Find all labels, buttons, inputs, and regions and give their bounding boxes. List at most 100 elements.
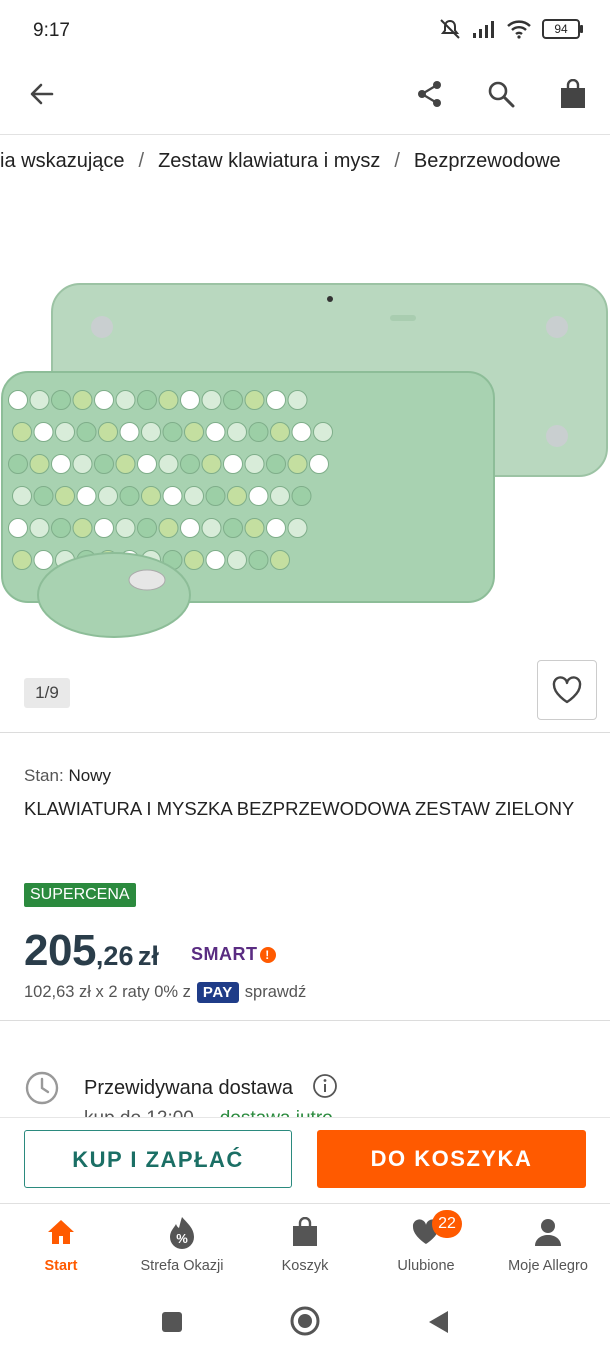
nav-item-koszyk[interactable]: Koszyk — [245, 1214, 365, 1274]
keyboard-key — [270, 550, 290, 570]
share-button[interactable] — [408, 72, 452, 116]
keyboard-key — [115, 454, 136, 474]
installments-link[interactable]: sprawdź — [245, 983, 306, 1002]
mute-icon — [440, 19, 460, 39]
home-icon — [48, 1220, 74, 1244]
keyboard-key — [205, 550, 226, 570]
breadcrumb-separator: / — [138, 150, 145, 172]
keyboard-key — [141, 422, 161, 442]
keyboard-key — [248, 486, 269, 506]
keyboard-key — [180, 518, 200, 538]
keyboard-key — [12, 486, 32, 506]
keyboard-key — [137, 454, 157, 474]
add-to-cart-button[interactable]: DO KOSZYKA — [317, 1130, 586, 1188]
keyboard-key — [162, 486, 183, 506]
installments: 102,63 zł x 2 raty 0% z PAY sprawdź — [24, 982, 306, 1003]
clock-icon — [25, 1071, 59, 1105]
keyboard-key — [33, 486, 54, 506]
pay-logo: PAY — [196, 982, 239, 1003]
keyboard-key — [313, 422, 333, 442]
breadcrumb-item[interactable]: Zestaw klawiatura i mysz — [158, 150, 380, 173]
keyboard-key — [244, 518, 265, 538]
buy-now-button[interactable]: KUP I ZAPŁAĆ — [24, 1130, 292, 1188]
nav-item-strefa-okazji[interactable]: % Strefa Okazji — [122, 1214, 242, 1274]
delivery-section[interactable]: Przewidywana dostawa kup do 12:00– dosta… — [0, 1062, 610, 1118]
home-circle-icon[interactable] — [289, 1305, 321, 1337]
status-icons: 94 — [438, 18, 583, 40]
keyboard-key — [248, 422, 269, 442]
keyboard-key — [266, 390, 286, 410]
nav-label: Start — [44, 1258, 78, 1274]
keyboard-key — [72, 390, 93, 410]
breadcrumb-item[interactable]: ia wskazujące — [0, 150, 125, 173]
back-button[interactable] — [20, 72, 64, 116]
nav-item-ulubione[interactable]: 22 Ulubione — [366, 1210, 486, 1274]
keyboard-key — [205, 422, 226, 442]
status-time: 9:17 — [33, 20, 70, 41]
keyboard-key — [33, 422, 54, 442]
user-icon — [535, 1219, 561, 1246]
keyboard-key — [51, 518, 71, 538]
recents-icon[interactable] — [160, 1310, 184, 1334]
back-arrow-icon — [30, 83, 54, 105]
supercena-badge: SUPERCENA — [24, 883, 136, 907]
keyboard-key — [270, 422, 290, 442]
keyboard-key — [287, 454, 308, 474]
nav-label: Strefa Okazji — [140, 1258, 224, 1274]
keyboard-key — [12, 422, 32, 442]
svg-text:%: % — [176, 1231, 188, 1246]
keyboard-key — [94, 518, 114, 538]
cart-button[interactable] — [551, 72, 595, 116]
keyboard-key — [158, 454, 179, 474]
keyboard-key — [55, 486, 75, 506]
heart-outline-icon — [552, 676, 582, 704]
photo-counter: 1/9 — [24, 678, 70, 708]
keyboard-key — [98, 486, 118, 506]
keyboard-key — [72, 518, 93, 538]
product-image — [1, 283, 608, 638]
keyboard-key — [98, 422, 118, 442]
keyboard-key — [8, 390, 28, 410]
keyboard-key — [223, 454, 243, 474]
info-icon[interactable] — [312, 1073, 338, 1099]
keyboard-key — [244, 454, 265, 474]
keyboard-key — [94, 390, 114, 410]
price-decimal: ,26 — [95, 941, 134, 971]
smart-label: SMART — [191, 944, 258, 964]
keyboard-key — [205, 486, 226, 506]
keyboard-key — [201, 454, 222, 474]
shopping-bag-icon — [561, 79, 585, 108]
keyboard-key — [291, 486, 312, 506]
condition: Stan: Nowy — [24, 766, 111, 786]
back-triangle-icon[interactable] — [426, 1309, 450, 1335]
discount-icon: % — [170, 1217, 194, 1249]
keyboard-key — [33, 550, 54, 570]
nav-item-start[interactable]: Start — [1, 1214, 121, 1274]
keyboard-key — [141, 486, 161, 506]
product-image-gallery[interactable] — [0, 200, 610, 720]
keyboard-key — [29, 518, 50, 538]
keyboard-key — [29, 390, 50, 410]
keyboard-key — [184, 422, 204, 442]
condition-label: Stan: — [24, 766, 64, 785]
action-bar: KUP I ZAPŁAĆ DO KOSZYKA — [0, 1117, 610, 1202]
keyboard-key — [55, 422, 75, 442]
keyboard-key — [201, 390, 222, 410]
breadcrumb-item[interactable]: Bezprzewodowe — [414, 150, 561, 173]
favorite-button[interactable] — [537, 660, 597, 720]
share-icon — [418, 81, 441, 107]
keyboard-key — [76, 486, 97, 506]
favorites-count-badge: 22 — [432, 1210, 462, 1238]
nav-label: Koszyk — [281, 1258, 329, 1274]
breadcrumb: ia wskazujące / Zestaw klawiatura i mysz / B… — [0, 150, 610, 184]
delivery-label: Przewidywana dostawa — [84, 1077, 293, 1099]
nav-item-moje-allegro[interactable]: Moje Allegro — [488, 1214, 608, 1274]
keyboard-key — [72, 454, 93, 474]
product-title: KLAWIATURA I MYSZKA BEZPRZEWODOWA ZESTAW… — [24, 798, 575, 819]
keyboard-key — [184, 486, 204, 506]
top-bar — [0, 62, 610, 135]
search-icon — [488, 81, 515, 108]
price: 205,26 zł — [24, 926, 159, 976]
search-button[interactable] — [479, 72, 523, 116]
condition-value: Nowy — [68, 766, 111, 785]
